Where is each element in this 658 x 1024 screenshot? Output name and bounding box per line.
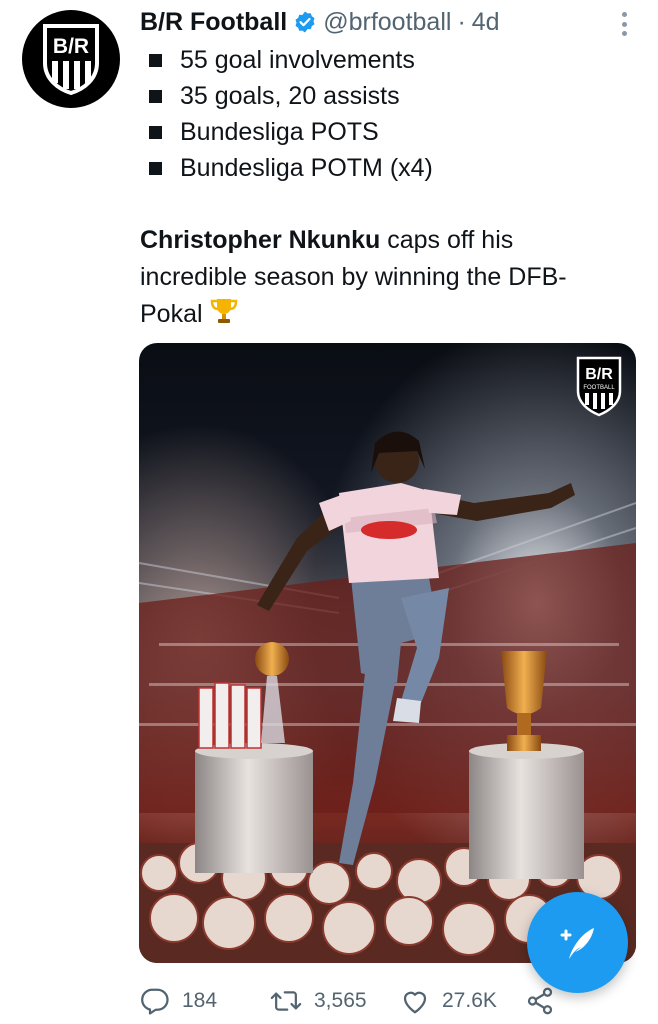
trophy-icon: [209, 296, 239, 337]
list-item: 35 goals, 20 assists: [140, 78, 628, 114]
like-button[interactable]: 27.6K: [400, 986, 525, 1016]
compose-icon: [560, 927, 594, 959]
retweet-button[interactable]: 3,565: [270, 986, 400, 1016]
list-item-text: 55 goal involvements: [180, 45, 415, 74]
account-name[interactable]: B/R Football: [140, 8, 287, 37]
player-trophy-illustration: B/R FOOTBALL: [139, 343, 636, 963]
compose-tweet-button[interactable]: [527, 892, 628, 993]
like-count: 27.6K: [442, 989, 497, 1012]
list-item-text: Bundesliga POTM (x4): [180, 153, 433, 182]
badge-top-text: B/R: [585, 366, 613, 383]
tweet-header: B/R Football @brfootball · 4d: [140, 4, 598, 40]
list-item: Bundesliga POTM (x4): [140, 150, 628, 186]
list-item-text: Bundesliga POTS: [180, 117, 379, 146]
image-br-badge: B/R FOOTBALL: [576, 356, 622, 417]
avatar[interactable]: B/R: [22, 10, 120, 108]
tweet-image[interactable]: B/R FOOTBALL: [139, 343, 636, 963]
list-item: Bundesliga POTS: [140, 114, 628, 150]
player-name: Christopher Nkunku: [140, 226, 381, 254]
br-shield-logo: B/R: [43, 24, 99, 95]
tweet-body: Christopher Nkunku caps off his incredib…: [140, 222, 618, 337]
tweet-actions: 184 3,565 27.6K: [140, 982, 618, 1020]
badge-bottom-text: FOOTBALL: [583, 385, 615, 391]
list-item-text: 35 goals, 20 assists: [180, 81, 400, 110]
separator-dot: ·: [457, 7, 466, 36]
account-handle[interactable]: @brfootball: [323, 8, 451, 37]
more-icon[interactable]: [614, 8, 634, 40]
verified-badge-icon: [293, 10, 317, 34]
reply-button[interactable]: 184: [140, 986, 270, 1016]
tweet-timestamp[interactable]: 4d: [472, 8, 500, 37]
stats-list: 55 goal involvements 35 goals, 20 assist…: [140, 42, 628, 186]
bullet-square-icon: [149, 89, 162, 103]
share-icon: [527, 987, 553, 1015]
reply-icon: [141, 988, 169, 1015]
bullet-square-icon: [149, 161, 162, 175]
avatar-logo-text: B/R: [53, 35, 89, 58]
retweet-count: 3,565: [314, 989, 367, 1012]
bullet-square-icon: [149, 53, 162, 67]
share-button[interactable]: [525, 986, 567, 1016]
bullet-square-icon: [149, 125, 162, 139]
list-item: 55 goal involvements: [140, 42, 628, 78]
reply-count: 184: [182, 989, 218, 1012]
like-icon: [403, 991, 427, 1014]
retweet-icon: [270, 991, 302, 1011]
